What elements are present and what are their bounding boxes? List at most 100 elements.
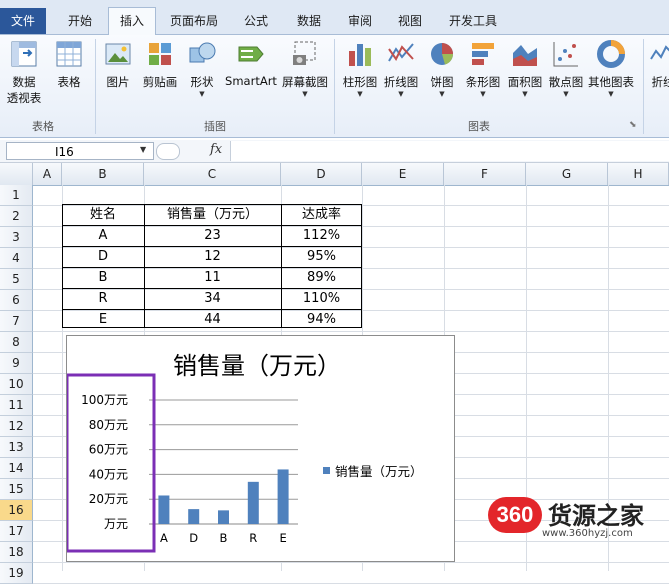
smartart-button[interactable]: SmartArt: [224, 39, 278, 88]
column-chart-icon: [349, 44, 371, 66]
chart-y-axis[interactable]: 万元 20万元 40万元 60万元 80万元 100万元: [81, 393, 128, 531]
row-header[interactable]: 12: [0, 416, 33, 437]
column-header[interactable]: A: [33, 163, 62, 185]
tab-page-layout[interactable]: 页面布局: [163, 8, 225, 34]
formula-bar-resize-handle[interactable]: [156, 143, 180, 160]
row-header[interactable]: 17: [0, 521, 33, 542]
scatter-chart-button[interactable]: 散点图 ▼: [546, 39, 586, 98]
table-cell[interactable]: 89%: [281, 268, 362, 288]
doughnut-chart-icon: [597, 40, 625, 68]
row-header[interactable]: 13: [0, 437, 33, 458]
pie-chart-button[interactable]: 饼图 ▼: [424, 39, 460, 98]
row-header[interactable]: 9: [0, 353, 33, 374]
column-header[interactable]: B: [62, 163, 144, 185]
chevron-down-icon[interactable]: ▼: [140, 145, 146, 154]
table-cell[interactable]: 12: [144, 247, 281, 267]
table-cell[interactable]: 95%: [281, 247, 362, 267]
tab-formulas[interactable]: 公式: [234, 8, 278, 34]
row-header[interactable]: 19: [0, 563, 33, 584]
column-header[interactable]: F: [444, 163, 526, 185]
table-cell[interactable]: R: [62, 289, 144, 309]
chart-bar[interactable]: [188, 509, 200, 524]
table-button[interactable]: 表格: [52, 39, 86, 90]
table-icon: [56, 41, 82, 67]
table-cell[interactable]: E: [62, 310, 144, 330]
shapes-button[interactable]: 形状 ▼: [186, 39, 218, 98]
table-header-name[interactable]: 姓名: [62, 205, 144, 225]
y-tick-label: 20万元: [89, 492, 128, 506]
tab-data[interactable]: 数据: [287, 8, 331, 34]
table-cell[interactable]: A: [62, 226, 144, 246]
other-charts-button[interactable]: 其他图表 ▼: [588, 39, 634, 98]
clipart-icon: [149, 43, 171, 65]
window-title-strip: [0, 0, 669, 8]
row-header[interactable]: 3: [0, 227, 33, 248]
tab-developer[interactable]: 开发工具: [440, 8, 506, 34]
table-cell[interactable]: B: [62, 268, 144, 288]
row-header[interactable]: 4: [0, 248, 33, 269]
column-header-row: A B C D E F G H: [0, 163, 669, 186]
table-cell[interactable]: 110%: [281, 289, 362, 309]
column-header[interactable]: H: [608, 163, 669, 185]
column-header[interactable]: G: [526, 163, 608, 185]
screenshot-button[interactable]: 屏幕截图 ▼: [280, 39, 330, 98]
row-header[interactable]: 10: [0, 374, 33, 395]
row-header[interactable]: 7: [0, 311, 33, 332]
column-chart-button[interactable]: 柱形图 ▼: [340, 39, 380, 98]
table-header-sales[interactable]: 销售量（万元）: [144, 205, 281, 225]
chart-bar[interactable]: [277, 469, 289, 524]
row-header[interactable]: 5: [0, 269, 33, 290]
column-header[interactable]: C: [144, 163, 281, 185]
row-header[interactable]: 14: [0, 458, 33, 479]
chart-bar[interactable]: [218, 510, 229, 524]
tab-view[interactable]: 视图: [388, 8, 432, 34]
chart-plot-area[interactable]: [158, 469, 289, 524]
x-tick-label: E: [279, 531, 286, 545]
pivot-table-label-2: 透视表: [6, 91, 42, 105]
tab-file[interactable]: 文件: [0, 8, 46, 34]
chart-x-axis[interactable]: ADBRE: [160, 531, 287, 545]
bar-chart-button[interactable]: 条形图 ▼: [463, 39, 503, 98]
select-all-corner[interactable]: [0, 163, 33, 185]
row-header[interactable]: 1: [0, 185, 33, 206]
y-tick-label: 80万元: [89, 418, 128, 432]
pivot-table-button[interactable]: 数据 透视表: [2, 39, 46, 106]
table-cell[interactable]: 34: [144, 289, 281, 309]
sparkline-button[interactable]: 折线: [648, 39, 669, 90]
row-header[interactable]: 6: [0, 290, 33, 311]
tab-home[interactable]: 开始: [58, 8, 102, 34]
column-header[interactable]: E: [362, 163, 444, 185]
pivot-table-icon: [11, 41, 37, 67]
tab-insert[interactable]: 插入: [108, 7, 156, 35]
tab-review[interactable]: 审阅: [338, 8, 382, 34]
area-chart-button[interactable]: 面积图 ▼: [505, 39, 545, 98]
column-header[interactable]: D: [281, 163, 362, 185]
table-cell[interactable]: 23: [144, 226, 281, 246]
table-cell[interactable]: 112%: [281, 226, 362, 246]
line-chart-button[interactable]: 折线图 ▼: [381, 39, 421, 98]
insert-function-button[interactable]: fx: [210, 142, 222, 157]
chart-title[interactable]: 销售量（万元）: [173, 352, 341, 380]
name-box[interactable]: I16: [6, 142, 154, 160]
table-header-rate[interactable]: 达成率: [281, 205, 362, 225]
row-header[interactable]: 15: [0, 479, 33, 500]
clipart-label: 剪贴画: [142, 75, 178, 89]
table-cell[interactable]: 44: [144, 310, 281, 330]
row-header-selected[interactable]: 16: [0, 500, 33, 521]
picture-button[interactable]: 图片: [102, 39, 134, 90]
chart-bar[interactable]: [158, 495, 170, 524]
ribbon-separator: [643, 39, 644, 134]
table-cell[interactable]: 94%: [281, 310, 362, 330]
clipart-button[interactable]: 剪贴画: [140, 39, 180, 90]
table-cell[interactable]: D: [62, 247, 144, 267]
formula-input[interactable]: [230, 141, 669, 161]
chart-object[interactable]: 销售量（万元） 万元 20万元 40万元 60万元 80万元 100万元 A D B R E 销售…: [66, 335, 455, 562]
row-header[interactable]: 11: [0, 395, 33, 416]
chart-legend[interactable]: 销售量（万元）: [323, 464, 423, 479]
row-header[interactable]: 8: [0, 332, 33, 353]
dialog-launcher-icon[interactable]: ⬊: [629, 120, 637, 130]
table-cell[interactable]: 11: [144, 268, 281, 288]
row-header[interactable]: 18: [0, 542, 33, 563]
chart-bar[interactable]: [247, 481, 259, 524]
row-header[interactable]: 2: [0, 206, 33, 227]
